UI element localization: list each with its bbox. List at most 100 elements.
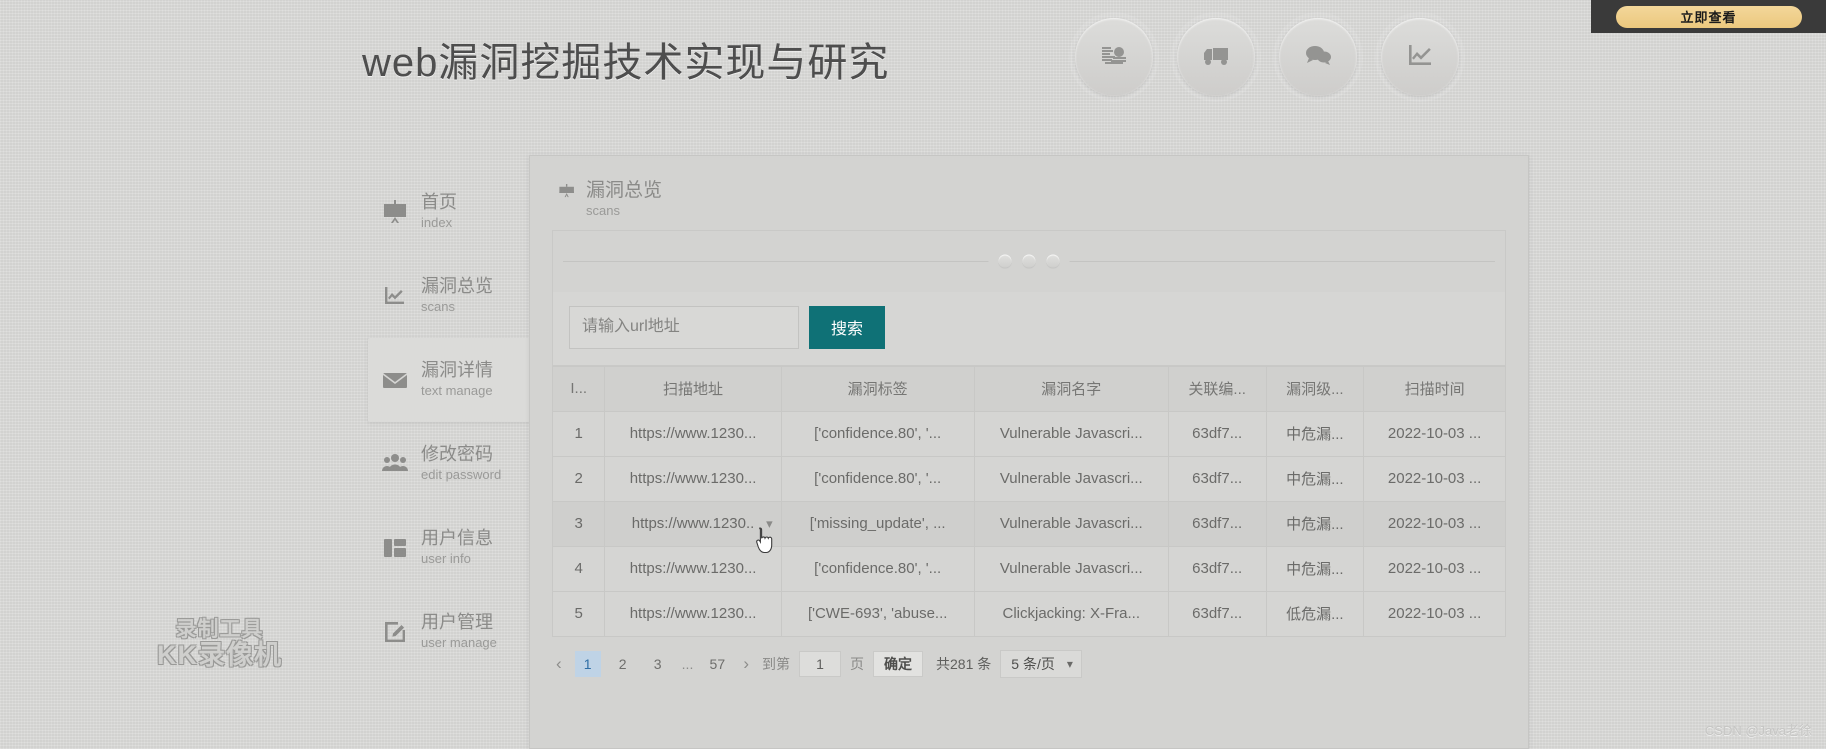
sidebar-item-text-manage[interactable]: 漏洞详情 text manage [368,338,540,422]
sidebar-item-index[interactable]: 首页 index [368,170,532,254]
pagination: ‹ 1 2 3 ... 57 › 到第 页 确定 共281 条 5 条/页 ▾ [552,649,1506,679]
chat-icon-button[interactable] [1279,18,1357,96]
money-icon-button[interactable] [1075,18,1153,96]
cell-id: 4 [551,545,606,592]
cell-id: 5 [551,590,606,637]
jump-page-input[interactable] [799,650,842,677]
page-size-select[interactable]: 5 条/页 ▾ [1000,649,1082,678]
sidebar-item-sublabel: user manage [421,634,497,650]
cell-tags: ['missing_update', ... [780,500,975,547]
col-header-level[interactable]: 漏洞级... [1265,365,1365,412]
page-button-2[interactable]: 2 [610,651,636,677]
sidebar-item-user-info[interactable]: 用户信息 user info [368,506,532,590]
cell-ref: 63df7... [1167,500,1267,547]
cell-time: 2022-10-03 ... [1363,455,1506,502]
page-button-1[interactable]: 1 [574,650,601,677]
cell-url: https://www.1230... [604,545,782,592]
chevron-left-icon[interactable]: ‹ [552,654,566,674]
kk-watermark-line1: 录制工具 [175,618,264,641]
pagination-ellipsis: ... [681,655,694,672]
chevron-down-icon: ▾ [1066,656,1073,671]
cell-level: 中危漏... [1265,500,1365,547]
search-button[interactable]: 搜索 [809,305,886,349]
ad-view-button[interactable]: 立即查看 [1615,5,1802,28]
chart-icon-button[interactable] [1381,18,1459,96]
table-row[interactable]: 2 https://www.1230... ['confidence.80', … [551,455,1506,502]
cell-ref: 63df7... [1167,410,1267,457]
header-icon-group [1075,18,1459,96]
sidebar-item-label: 修改密码 [421,444,493,465]
page-button-3[interactable]: 3 [645,651,671,677]
confirm-button[interactable]: 确定 [873,650,924,677]
cell-level: 中危漏... [1265,545,1365,592]
line-chart-icon [380,281,410,311]
cell-tags: ['confidence.80', '... [780,545,975,592]
carousel-dots[interactable] [988,254,1070,268]
table-row[interactable]: 5 https://www.1230... ['CWE-693', 'abuse… [551,590,1506,637]
presentation-icon [380,197,410,227]
cell-name: Clickjacking: X-Fra... [973,590,1169,637]
col-header-name[interactable]: 漏洞名字 [973,365,1169,412]
col-header-id[interactable]: I... [551,365,606,412]
sidebar-item-sublabel: index [421,214,453,230]
main-panel: 漏洞总览 scans 搜索 I... 扫描地址 漏洞标签 [529,155,1529,749]
sidebar-item-label: 漏洞详情 [421,360,493,381]
cell-id: 2 [551,455,606,502]
kk-recorder-watermark: 录制工具 KK录像机 [157,618,282,669]
total-count-label: 共281 条 [936,655,992,672]
sidebar-item-sublabel: user info [421,550,471,566]
search-input[interactable] [569,305,799,349]
app-root: 立即查看 web漏洞挖掘技术实现与研究 首页 index 漏洞总览 scans … [0,0,1826,749]
cell-id: 3 [551,500,606,547]
page-title: web漏洞挖掘技术实现与研究 [362,41,890,85]
users-icon [380,449,410,479]
page-unit-label: 页 [850,655,865,672]
cell-time: 2022-10-03 ... [1363,500,1506,547]
cell-url-text: https://www.1230.. [631,515,755,533]
sidebar-item-label: 首页 [421,192,457,213]
ad-banner[interactable]: 立即查看 [1591,0,1826,33]
cell-name: Vulnerable Javascri... [973,455,1169,502]
cell-name: Vulnerable Javascri... [973,410,1169,457]
cell-id: 1 [551,410,606,457]
cell-url[interactable]: https://www.1230.. ▾ [604,500,782,547]
table-header-row: I... 扫描地址 漏洞标签 漏洞名字 关联编... 漏洞级... 扫描时间 [551,365,1506,412]
page-button-last[interactable]: 57 [704,651,730,677]
envelope-icon [380,365,410,395]
table-row[interactable]: 4 https://www.1230... ['confidence.80', … [551,545,1506,592]
cell-ref: 63df7... [1167,590,1267,637]
table-row[interactable]: 3 https://www.1230.. ▾ ['missing_update'… [551,500,1506,547]
truck-icon [1200,39,1232,76]
panel-icon [558,180,576,207]
truck-icon-button[interactable] [1177,18,1255,96]
chart-icon [1404,39,1436,76]
cell-time: 2022-10-03 ... [1363,590,1506,637]
sidebar-item-label: 用户信息 [421,528,493,549]
table-row[interactable]: 1 https://www.1230... ['confidence.80', … [551,410,1506,457]
col-header-ref[interactable]: 关联编... [1167,365,1267,412]
cell-url: https://www.1230... [604,590,782,637]
carousel-dot[interactable] [1022,254,1036,268]
csdn-watermark: CSDN @Java老徐 [1704,723,1812,738]
sidebar-item-scans[interactable]: 漏洞总览 scans [368,254,532,338]
carousel-dot[interactable] [1046,254,1060,268]
cell-time: 2022-10-03 ... [1363,410,1506,457]
chevron-right-icon[interactable]: › [739,654,753,674]
cell-level: 中危漏... [1265,410,1365,457]
carousel-dot[interactable] [998,254,1012,268]
cell-url: https://www.1230... [604,410,782,457]
sidebar-item-edit-password[interactable]: 修改密码 edit password [368,422,532,506]
chevron-down-icon[interactable]: ▾ [766,516,773,532]
cell-level: 低危漏... [1265,590,1365,637]
col-header-tags[interactable]: 漏洞标签 [780,365,975,412]
col-header-url[interactable]: 扫描地址 [604,365,782,412]
sidebar-item-label: 用户管理 [421,612,493,633]
sidebar-item-sublabel: text manage [421,382,493,398]
cell-tags: ['confidence.80', '... [780,455,975,502]
jump-label: 到第 [762,655,791,672]
layout-icon [380,533,410,563]
cell-tags: ['confidence.80', '... [780,410,975,457]
sidebar-item-user-manage[interactable]: 用户管理 user manage [368,590,532,674]
col-header-time[interactable]: 扫描时间 [1363,365,1506,412]
sidebar: 首页 index 漏洞总览 scans 漏洞详情 text manage 修改密… [368,170,540,674]
